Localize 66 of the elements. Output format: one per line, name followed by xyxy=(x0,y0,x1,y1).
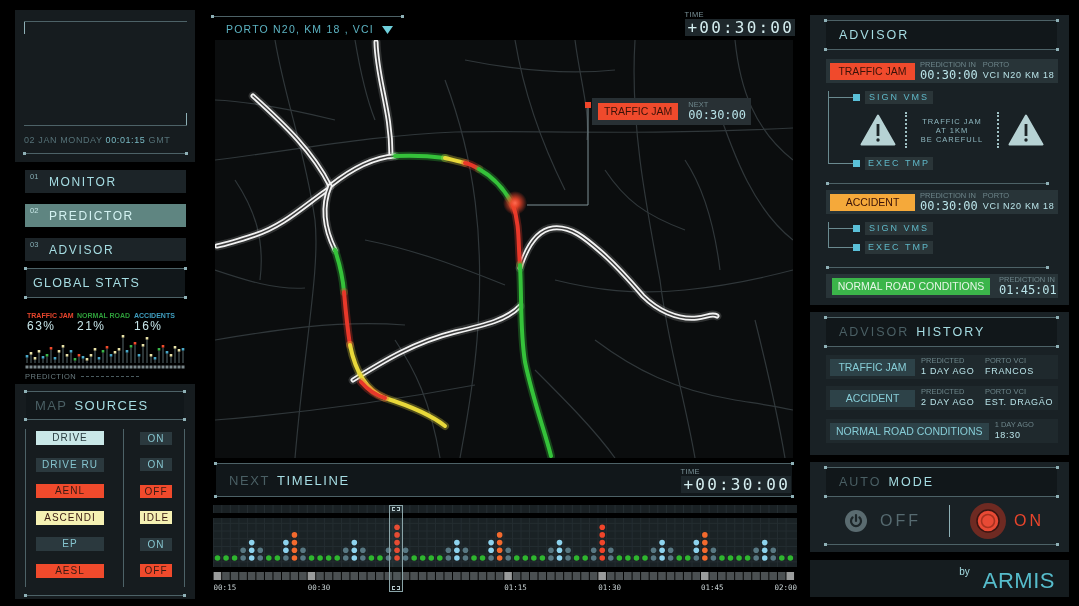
event-badge: TRAFFIC JAM xyxy=(830,62,915,80)
source-name-badge[interactable]: AESL xyxy=(36,563,104,578)
action-button[interactable]: EXEC TMP xyxy=(865,241,933,254)
caret-icon xyxy=(382,25,393,34)
stat-value: 16% xyxy=(134,320,164,333)
event-badge: NORMAL ROAD CONDITIONS xyxy=(832,277,990,295)
field-value: VCI N20 KM 18 xyxy=(982,200,1055,212)
panel-title: MODE xyxy=(888,475,934,489)
header-prefix: ADVISOR xyxy=(839,325,910,339)
source-name-badge[interactable]: DRIVE xyxy=(36,431,104,445)
source-status-badge[interactable]: OFF xyxy=(140,484,172,498)
field-value: FRANCOS xyxy=(985,365,1035,377)
action-button[interactable]: SIGN VMS xyxy=(865,222,933,235)
field-value: 00:30:00 xyxy=(920,68,978,82)
source-status-badge[interactable]: IDLE xyxy=(140,511,172,525)
brand-name: ARMIS xyxy=(982,568,1055,594)
panel-title: ADVISOR xyxy=(839,28,910,42)
source-name-badge[interactable]: AENL xyxy=(36,484,104,499)
time-offset-display: +00:30:00 xyxy=(680,476,791,493)
header-prefix: AUTO xyxy=(839,475,882,489)
header-prefix: MAP xyxy=(35,398,68,413)
field-value: 00:30:00 xyxy=(688,109,747,122)
power-icon xyxy=(845,509,867,532)
connector-node-icon xyxy=(853,94,860,101)
source-status-badge[interactable]: OFF xyxy=(140,564,172,578)
event-badge: TRAFFIC JAM xyxy=(830,358,915,376)
section-title: GLOBAL STATS xyxy=(33,276,141,290)
connector-node-icon xyxy=(853,225,860,232)
mode-option[interactable]: ON xyxy=(970,502,1044,539)
panel-title: HISTORY xyxy=(916,325,986,339)
connector-node-icon xyxy=(853,244,860,251)
warning-icon xyxy=(860,114,896,146)
record-icon xyxy=(970,502,1006,539)
source-name-badge[interactable]: DRIVE RU xyxy=(36,457,104,472)
incident-glow xyxy=(503,191,527,215)
field-value: 18:30 xyxy=(994,429,1022,441)
source-status-badge[interactable]: ON xyxy=(140,431,172,445)
source-name-badge[interactable]: EP xyxy=(36,537,104,552)
field-value: EST. DRAGÃO xyxy=(985,396,1054,408)
header-prefix: NEXT xyxy=(229,472,271,488)
stat-value: 21% xyxy=(77,320,107,333)
source-status-badge[interactable]: ON xyxy=(140,537,172,551)
date-time-text: 02 JAN MONDAY 00:01:15 GMT xyxy=(24,135,172,146)
byline-text: by xyxy=(959,566,970,578)
field-value: 01:45:01 xyxy=(999,283,1057,297)
time-offset-display: +00:30:00 xyxy=(684,19,795,36)
warning-icon xyxy=(1008,114,1044,146)
event-badge: NORMAL ROAD CONDITIONS xyxy=(830,422,989,440)
event-badge: ACCIDENT xyxy=(830,389,915,407)
event-badge: ACCIDENT xyxy=(830,193,915,211)
square-marker-icon xyxy=(585,102,591,108)
field-value: 1 DAY AGO xyxy=(921,365,976,377)
panel-title: SOURCES xyxy=(74,398,149,413)
event-badge: TRAFFIC JAM xyxy=(598,103,679,120)
action-button[interactable]: SIGN VMS xyxy=(865,91,933,104)
stat-value: 63% xyxy=(27,320,57,333)
playhead-handle[interactable] xyxy=(389,505,403,592)
connector-node-icon xyxy=(853,160,860,167)
field-value: 2 DAY AGO xyxy=(921,396,976,408)
location-dropdown[interactable]: PORTO N20, KM 18 , VCI xyxy=(224,23,395,36)
action-button[interactable]: EXEC TMP xyxy=(865,157,933,170)
source-status-badge[interactable]: ON xyxy=(140,458,172,472)
field-value: VCI N20 KM 18 xyxy=(982,69,1055,81)
panel-title: TIMELINE xyxy=(277,472,350,488)
source-name-badge[interactable]: ASCENDI xyxy=(36,510,104,525)
field-value: 00:30:00 xyxy=(920,199,978,213)
